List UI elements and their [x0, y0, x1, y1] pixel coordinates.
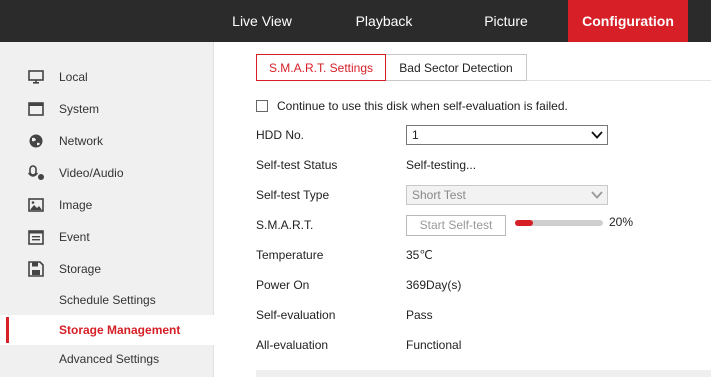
temperature-value: 35℃	[406, 248, 433, 262]
power-on-label: Power On	[256, 278, 310, 292]
all-evaluation-label: All-evaluation	[256, 338, 329, 352]
sidebar-subitem-advanced-settings[interactable]: Advanced Settings	[0, 344, 214, 374]
sidebar-subitem-schedule-settings[interactable]: Schedule Settings	[0, 285, 214, 315]
sidebar-item-local[interactable]: Local	[0, 62, 214, 92]
sidebar-subitem-storage-management[interactable]: Storage Management	[0, 315, 214, 345]
hdd-no-label: HDD No.	[256, 128, 305, 142]
hdd-no-select[interactable]: 1	[406, 125, 608, 145]
continue-disk-checkbox[interactable]	[256, 100, 268, 112]
sidebar-item-image[interactable]: Image	[0, 190, 214, 220]
self-test-type-select[interactable]: Short Test	[406, 185, 608, 205]
nav-playback[interactable]: Playback	[328, 0, 440, 42]
chevron-down-icon	[591, 131, 603, 139]
sidebar-item-label: System	[59, 102, 100, 116]
sidebar-subitem-label: Storage Management	[59, 323, 181, 337]
sidebar-item-label: Video/Audio	[59, 166, 124, 180]
self-evaluation-value: Pass	[406, 308, 433, 322]
temperature-label: Temperature	[256, 248, 324, 262]
monitor-icon	[28, 70, 44, 84]
all-evaluation-value: Functional	[406, 338, 462, 352]
nav-live-view[interactable]: Live View	[206, 0, 318, 42]
bottom-panel-edge	[256, 370, 711, 377]
self-evaluation-label: Self-evaluation	[256, 308, 336, 322]
chevron-down-icon	[591, 191, 603, 199]
system-icon	[28, 102, 44, 116]
globe-icon	[29, 134, 43, 148]
floppy-icon	[28, 261, 44, 277]
self-test-progress-bar	[515, 220, 603, 226]
nav-picture[interactable]: Picture	[450, 0, 562, 42]
continue-disk-label: Continue to use this disk when self-eval…	[277, 99, 568, 113]
sidebar-item-event[interactable]: Event	[0, 222, 214, 252]
microphone-icon	[27, 165, 44, 180]
tab-smart-settings[interactable]: S.M.A.R.T. Settings	[256, 54, 386, 81]
self-test-status-value: Self-testing...	[406, 158, 477, 172]
self-test-type-value: Short Test	[412, 188, 466, 202]
sidebar-item-label: Image	[59, 198, 93, 212]
sidebar-item-system[interactable]: System	[0, 94, 214, 124]
smart-label: S.M.A.R.T.	[256, 218, 314, 232]
self-test-status-label: Self-test Status	[256, 158, 338, 172]
event-icon	[28, 230, 44, 245]
power-on-value: 369Day(s)	[406, 278, 462, 292]
sidebar-item-label: Storage	[59, 262, 102, 276]
tab-bad-sector-detection[interactable]: Bad Sector Detection	[386, 54, 527, 81]
self-test-progress-text: 20%	[609, 215, 634, 229]
active-indicator	[6, 317, 9, 343]
image-icon	[28, 198, 44, 212]
nav-configuration[interactable]: Configuration	[568, 0, 688, 42]
sidebar-item-label: Event	[59, 230, 90, 244]
start-self-test-button[interactable]: Start Self-test	[406, 215, 506, 236]
sidebar-subitem-label: Advanced Settings	[59, 352, 160, 366]
sidebar-item-label: Local	[59, 70, 88, 84]
top-navigation-bar: Live View Playback Picture Configuration	[0, 0, 711, 42]
sidebar-item-video-audio[interactable]: Video/Audio	[0, 158, 214, 188]
sidebar-item-network[interactable]: Network	[0, 126, 214, 156]
hdd-no-value: 1	[412, 128, 419, 142]
self-test-progress-fill	[515, 220, 533, 226]
sidebar-item-storage[interactable]: Storage	[0, 254, 214, 284]
sidebar-subitem-label: Schedule Settings	[59, 293, 156, 307]
sidebar-item-label: Network	[59, 134, 104, 148]
self-test-type-label: Self-test Type	[256, 188, 330, 202]
sidebar: Local System Network Video/Audio Image E…	[0, 42, 214, 377]
